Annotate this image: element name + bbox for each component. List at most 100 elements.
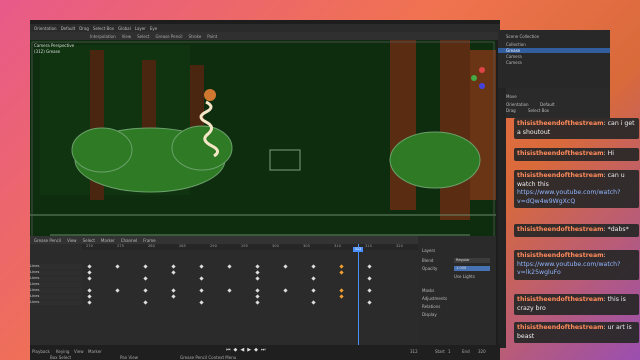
keyframe[interactable] — [283, 288, 288, 293]
start-field[interactable]: 1 — [448, 349, 451, 354]
keyframe[interactable] — [171, 294, 176, 299]
dope-menu-channel[interactable]: Channel — [121, 238, 137, 243]
menu-select[interactable]: Select — [137, 34, 149, 39]
use-lights-checkbox[interactable]: Use Lights — [454, 274, 475, 279]
keyframe[interactable] — [311, 300, 316, 305]
keyframe[interactable] — [143, 264, 148, 269]
keyframe[interactable] — [87, 276, 92, 281]
dope-menu-select[interactable]: Select — [83, 238, 95, 243]
menu-view[interactable]: View — [122, 34, 132, 39]
drag-dropdown[interactable]: Select Box — [93, 26, 114, 31]
channel-row[interactable]: Lines — [30, 276, 82, 281]
keyframe[interactable] — [339, 294, 344, 299]
dope-sheet[interactable]: Grease Pencil View Select Marker Channel… — [30, 236, 418, 360]
outliner-item-collection[interactable]: Collection — [506, 42, 526, 47]
frame-ruler[interactable]: 270 275 280 285 290 295 300 305 310 315 320 — [82, 244, 418, 250]
keyframe[interactable] — [255, 264, 260, 269]
chat-username[interactable]: thisistheendofthestream — [517, 324, 604, 331]
chat-username[interactable]: thisistheendofthestream — [517, 252, 604, 259]
current-frame-field[interactable]: 312 — [410, 349, 418, 354]
play-reverse-icon[interactable]: ◀ — [240, 347, 244, 353]
keyframe[interactable] — [227, 264, 232, 269]
keyframe[interactable] — [87, 294, 92, 299]
keyframe[interactable] — [339, 288, 344, 293]
play-icon[interactable]: ▶ — [247, 347, 251, 353]
keyframe[interactable] — [255, 288, 260, 293]
dope-menu-marker[interactable]: Marker — [101, 238, 115, 243]
orientation-prop-value[interactable]: Default — [540, 102, 555, 107]
menu-grease-pencil[interactable]: Grease Pencil — [155, 34, 182, 39]
menu-paint[interactable]: Paint — [207, 34, 217, 39]
dope-menu-view[interactable]: View — [67, 238, 77, 243]
outliner-item-grease[interactable]: Grease — [498, 48, 610, 53]
keyframe[interactable] — [115, 288, 120, 293]
marker-menu[interactable]: Marker — [88, 349, 102, 354]
keyframe[interactable] — [255, 294, 260, 299]
chat-username[interactable]: thisistheendofthestream — [517, 226, 604, 233]
outliner-item-camera[interactable]: Camera — [506, 54, 522, 59]
keyframe[interactable] — [199, 264, 204, 269]
keyframe[interactable] — [115, 264, 120, 269]
keyframe[interactable] — [339, 270, 344, 275]
keyframe[interactable] — [311, 288, 316, 293]
keyframe[interactable] — [171, 264, 176, 269]
keyframe[interactable] — [87, 288, 92, 293]
outliner-item-camera-2[interactable]: Camera — [506, 60, 522, 65]
keyframe[interactable] — [199, 300, 204, 305]
keyframe[interactable] — [367, 300, 372, 305]
keyframe[interactable] — [199, 288, 204, 293]
keyframe[interactable] — [87, 300, 92, 305]
keyframe[interactable] — [87, 270, 92, 275]
section-relations[interactable]: Relations — [422, 304, 440, 309]
channel-row[interactable]: Lines — [30, 282, 82, 287]
layer-dropdown[interactable]: Layer — [135, 26, 146, 31]
keyframe[interactable] — [367, 288, 372, 293]
current-frame-indicator[interactable]: 312 — [353, 247, 363, 252]
keyframe[interactable] — [311, 264, 316, 269]
3d-viewport[interactable]: Camera Perspective (312) Grease — [30, 40, 496, 255]
keyframe[interactable] — [87, 264, 92, 269]
channel-row[interactable]: Lines — [30, 270, 82, 275]
keyframe[interactable] — [143, 300, 148, 305]
keyframe[interactable] — [283, 264, 288, 269]
playhead[interactable] — [358, 244, 359, 348]
keyframe[interactable] — [143, 276, 148, 281]
chat-username[interactable]: thisistheendofthestream — [517, 150, 604, 157]
channel-row[interactable]: Lines — [30, 294, 82, 299]
chat-link[interactable]: https://www.youtube.com/watch?v=dQw4w9Wg… — [517, 189, 620, 205]
menu-stroke[interactable]: Stroke — [189, 34, 202, 39]
blend-dropdown[interactable]: Regular — [454, 258, 490, 263]
jump-start-icon[interactable]: ⏮ — [226, 347, 231, 353]
next-key-icon[interactable]: ◆ — [254, 347, 258, 353]
eye-dropdown[interactable]: Eye — [150, 26, 157, 31]
keyframe[interactable] — [367, 276, 372, 281]
keyframe[interactable] — [255, 276, 260, 281]
playback-menu[interactable]: Playback — [32, 349, 50, 354]
opacity-slider[interactable]: 1.000 — [454, 266, 490, 271]
chat-username[interactable]: thisistheendofthestream — [517, 172, 604, 179]
view-menu[interactable]: View — [74, 349, 84, 354]
channel-row[interactable]: Lines — [30, 300, 82, 305]
properties-tab-strip[interactable] — [498, 88, 506, 348]
dope-mode-dropdown[interactable]: Grease Pencil — [34, 238, 61, 243]
dope-menu-frame[interactable]: Frame — [143, 238, 155, 243]
keying-menu[interactable]: Keying — [56, 349, 69, 354]
keyframe[interactable] — [311, 276, 316, 281]
drag-prop-value[interactable]: Select Box — [528, 108, 549, 113]
keyframe[interactable] — [255, 270, 260, 275]
channel-row[interactable]: Lines — [30, 264, 82, 269]
keyframe[interactable] — [171, 288, 176, 293]
keyframe[interactable] — [199, 276, 204, 281]
chat-link[interactable]: https://www.youtube.com/watch?v=lk25wglu… — [517, 261, 620, 277]
section-display[interactable]: Display — [422, 312, 437, 317]
menu-interpolation[interactable]: Interpolation — [90, 34, 116, 39]
chat-username[interactable]: thisistheendofthestream — [517, 296, 604, 303]
end-field[interactable]: 320 — [478, 349, 486, 354]
channel-row[interactable]: Lines — [30, 288, 82, 293]
chat-username[interactable]: thisistheendofthestream — [517, 120, 604, 127]
keyframe[interactable] — [339, 264, 344, 269]
keyframe[interactable] — [367, 264, 372, 269]
section-masks[interactable]: Masks — [422, 288, 434, 293]
jump-end-icon[interactable]: ⏭ — [261, 347, 266, 353]
prev-key-icon[interactable]: ◆ — [234, 347, 238, 353]
